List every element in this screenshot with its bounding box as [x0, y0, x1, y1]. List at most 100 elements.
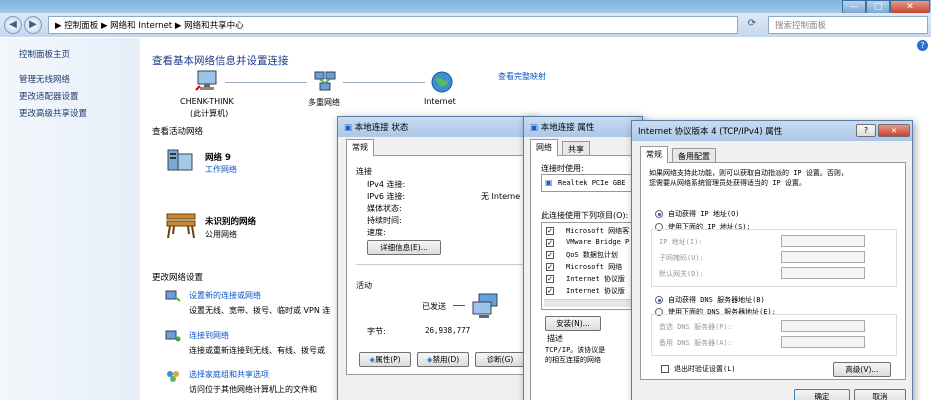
list-item[interactable]: Internet 协议版: [566, 274, 625, 284]
multi-network-label: 多重网络: [308, 98, 340, 107]
network-1-type-link[interactable]: 工作网络: [205, 164, 237, 175]
connect-using-label: 连接时使用:: [541, 164, 584, 173]
back-button[interactable]: ◀: [4, 16, 22, 34]
description-line-1: TCP/IP。该协议是: [545, 346, 606, 354]
tab-alternate-config[interactable]: 备用配置: [672, 148, 716, 163]
dialog-close-button[interactable]: ✕: [878, 124, 910, 137]
sent-line: [453, 305, 465, 306]
task-2-link[interactable]: 连接到网络: [189, 330, 229, 341]
minimize-button[interactable]: —: [842, 0, 866, 14]
description-label: 描述: [547, 334, 563, 343]
help-button[interactable]: ?: [856, 124, 876, 137]
active-networks-heading: 查看活动网络: [152, 127, 204, 137]
media-label: 媒体状态:: [367, 204, 402, 213]
network-adapter-icon: ▣: [344, 123, 355, 133]
item-checkbox[interactable]: ✓: [546, 239, 554, 247]
section-activity: 活动: [356, 281, 372, 290]
task-3-link[interactable]: 选择家庭组和共享选项: [189, 369, 269, 380]
adapter-icon: ▣: [545, 178, 553, 187]
validate-checkbox[interactable]: [661, 365, 669, 373]
help-icon[interactable]: ?: [917, 40, 928, 51]
connection-status-dialog: ▣ 本地连接 状态 常规 连接 IPv4 连接: IPv6 连接: 无 Inte…: [337, 116, 537, 400]
intro-line-2: 您需要从网络系统管理员处获得适当的 IP 设置。: [649, 179, 806, 187]
items-label: 此连接使用下列项目(O):: [541, 211, 629, 220]
list-item[interactable]: Internet 协议版: [566, 286, 625, 296]
properties-button[interactable]: ◈属性(P): [359, 352, 411, 367]
cancel-button[interactable]: 取消: [854, 389, 906, 400]
auto-dns-radio[interactable]: [655, 296, 663, 304]
auto-dns-label[interactable]: 自动获得 DNS 服务器地址(B): [668, 295, 765, 305]
ipv4-properties-dialog: Internet 协议版本 4 (TCP/IPv4) 属性 ? ✕ 常规 备用配…: [631, 120, 913, 400]
sidebar: 控制面板主页 管理无线网络 更改适配器设置 更改高级共享设置: [0, 38, 140, 400]
ipv6-label: IPv6 连接:: [367, 192, 406, 201]
alternate-dns-label: 备用 DNS 服务器(A):: [659, 339, 732, 347]
refresh-button[interactable]: ⟳: [742, 18, 762, 32]
install-button[interactable]: 安装(N)...: [545, 316, 601, 331]
sidebar-item-sharing[interactable]: 更改高级共享设置: [19, 107, 87, 119]
computer-name: CHENK-THINK: [180, 97, 234, 106]
section-connection: 连接: [356, 167, 372, 176]
disable-button[interactable]: ◈禁用(D): [417, 352, 469, 367]
sidebar-item-home[interactable]: 控制面板主页: [19, 48, 70, 60]
list-item[interactable]: VMware Bridge P: [566, 238, 629, 246]
gateway-field[interactable]: [781, 267, 865, 279]
description-line-2: 的相互连接的网络: [545, 356, 601, 364]
search-input[interactable]: 搜索控制面板: [768, 16, 928, 34]
sidebar-item-wireless[interactable]: 管理无线网络: [19, 73, 70, 85]
task-1-link[interactable]: 设置新的连接或网络: [189, 290, 261, 301]
list-item[interactable]: Microsoft 网络: [566, 262, 622, 272]
network-2-type: 公用网络: [205, 230, 237, 239]
tab-network[interactable]: 网络: [530, 139, 558, 156]
list-item[interactable]: Microsoft 网络客: [566, 226, 629, 236]
status-panel: 连接 IPv4 连接: IPv6 连接: 无 Interne 媒体状态: 持续时…: [346, 155, 532, 375]
task-1-desc: 设置无线、宽带、拨号、临时或 VPN 连: [189, 306, 331, 315]
item-checkbox[interactable]: ✓: [546, 227, 554, 235]
subnet-mask-field[interactable]: [781, 251, 865, 263]
bytes-sent-value: 26,938,777: [425, 326, 471, 335]
preferred-dns-field[interactable]: [781, 320, 865, 332]
connection-properties-dialog: ▣ 本地连接 属性 网络 共享 连接时使用: ▣ Realtek PCIe GB…: [523, 116, 651, 400]
work-network-icon: [164, 146, 196, 172]
ipv4-label: IPv4 连接:: [367, 180, 406, 189]
speed-label: 速度:: [367, 228, 386, 237]
forward-button[interactable]: ▶: [24, 16, 42, 34]
maximize-button[interactable]: □: [866, 0, 890, 14]
tab-general[interactable]: 常规: [346, 139, 374, 156]
details-button[interactable]: 详细信息(E)...: [367, 240, 441, 255]
address-toolbar: ◀ ▶ ▶ 控制面板 ▶ 网络和 Internet ▶ 网络和共享中心 ⟳ 搜索…: [0, 13, 931, 37]
change-settings-heading: 更改网络设置: [152, 273, 204, 283]
sidebar-item-adapter[interactable]: 更改适配器设置: [19, 90, 79, 102]
network-adapter-icon: ▣: [530, 123, 541, 133]
validate-label[interactable]: 退出时验证设置(L): [674, 364, 736, 374]
disable-label: 禁用(D): [432, 355, 460, 364]
item-checkbox[interactable]: ✓: [546, 287, 554, 295]
advanced-button[interactable]: 高级(V)...: [833, 362, 891, 377]
internet-globe-icon: [430, 70, 454, 94]
task-3-desc: 访问位于其他网络计算机上的文件和: [189, 385, 317, 394]
alternate-dns-field[interactable]: [781, 336, 865, 348]
duration-label: 持续时间:: [367, 216, 402, 225]
status-dialog-titlebar: ▣ 本地连接 状态: [338, 117, 536, 137]
auto-ip-radio[interactable]: [655, 210, 663, 218]
address-field[interactable]: ▶ 控制面板 ▶ 网络和 Internet ▶ 网络和共享中心: [48, 16, 738, 34]
list-item[interactable]: QoS 数据包计划: [566, 250, 618, 260]
properties-label: 属性(P): [375, 355, 401, 364]
map-line-2: [343, 82, 425, 83]
divider: [356, 264, 524, 265]
auto-ip-label[interactable]: 自动获得 IP 地址(O): [668, 209, 740, 219]
ip-address-field[interactable]: [781, 235, 865, 247]
view-full-map-link[interactable]: 查看完整映射: [498, 71, 546, 82]
connect-network-icon: [165, 329, 181, 343]
item-checkbox[interactable]: ✓: [546, 251, 554, 259]
tab-general[interactable]: 常规: [640, 146, 668, 163]
internet-label: Internet: [424, 97, 456, 106]
item-checkbox[interactable]: ✓: [546, 263, 554, 271]
properties-dialog-title: 本地连接 属性: [540, 123, 595, 133]
close-button[interactable]: ✕: [890, 0, 930, 14]
bytes-label: 字节:: [367, 327, 386, 336]
ok-button[interactable]: 确定: [794, 389, 850, 400]
tab-sharing[interactable]: 共享: [562, 141, 590, 156]
new-connection-icon: [165, 289, 181, 303]
diagnose-button[interactable]: 诊断(G): [475, 352, 525, 367]
item-checkbox[interactable]: ✓: [546, 275, 554, 283]
